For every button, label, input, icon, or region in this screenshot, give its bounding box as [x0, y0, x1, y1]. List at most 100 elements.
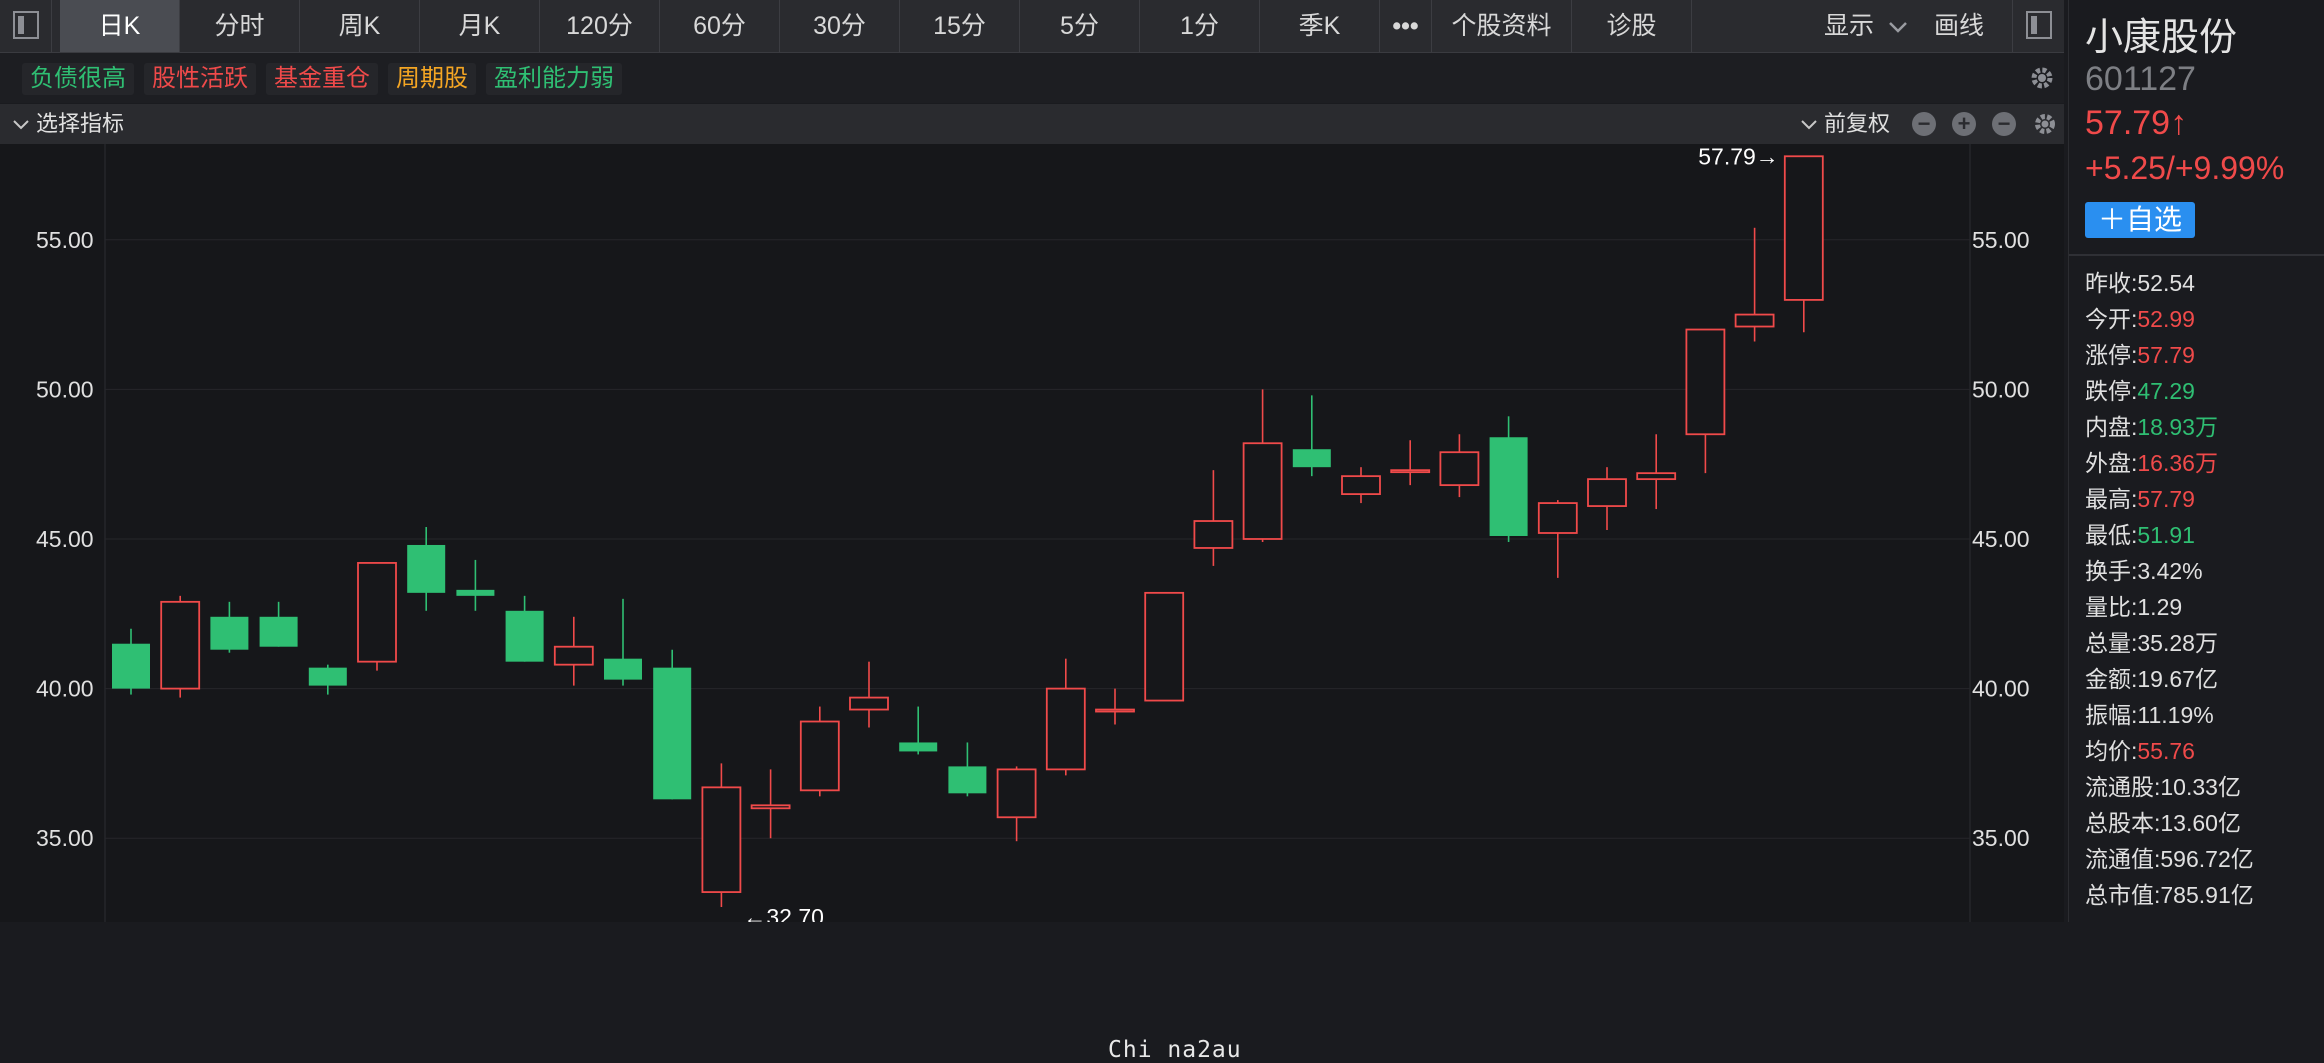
stat-label: 今开: [2085, 306, 2138, 332]
stock-profile-button[interactable]: 个股资料 [1432, 0, 1572, 52]
settings-icon[interactable] [2032, 111, 2058, 137]
tab-5min[interactable]: 5分 [1020, 0, 1140, 52]
stock-tags: 负债很高 股性活跃 基金重仓 周期股 盈利能力弱 [0, 53, 2064, 103]
settings-icon[interactable] [2028, 64, 2056, 92]
tag-active[interactable]: 股性活跃 [144, 63, 256, 95]
stat-row: 总股本:13.60亿 [2085, 804, 2241, 838]
y-tick-label-left: 55.00 [36, 227, 94, 253]
stat-value: 19.67亿 [2137, 666, 2218, 692]
candle-body [357, 562, 397, 663]
stat-row: 内盘:18.93万 [2085, 408, 2218, 442]
candle [653, 649, 692, 800]
quote-panel-toggle-button[interactable] [2012, 0, 2064, 52]
watermark: Chi na2au [1108, 1037, 1242, 1063]
stat-row: 总量:35.28万 [2085, 624, 2218, 658]
y-tick-label-right: 40.00 [1972, 676, 2030, 702]
tab-daily-k[interactable]: 日K [60, 0, 180, 52]
candle [1685, 328, 1726, 474]
candle-body [701, 786, 742, 893]
candle [407, 527, 446, 611]
tab-quarterly-k[interactable]: 季K [1260, 0, 1380, 52]
y-tick-label-left: 50.00 [36, 376, 94, 402]
period-toolbar: 日K 分时 周K 月K 120分 60分 30分 15分 5分 1分 季K ••… [0, 0, 2064, 53]
tag-fund-heavy[interactable]: 基金重仓 [266, 63, 378, 95]
tab-1min[interactable]: 1分 [1140, 0, 1260, 52]
candle-body [1390, 469, 1431, 474]
stat-label: 内盘: [2085, 414, 2138, 440]
adjust-mode-dropdown[interactable]: 前复权 [1824, 104, 1890, 144]
tab-60min[interactable]: 60分 [660, 0, 780, 52]
stat-value: 55.76 [2137, 738, 2195, 764]
stock-name: 小康股份 [2085, 17, 2238, 59]
diagnose-button[interactable]: 诊股 [1572, 0, 1692, 52]
quote-panel: 小康股份 601127 57.79↑ +5.25/+9.99% ＋自选 昨收:5… [2068, 0, 2324, 922]
stat-row: 今开:52.99 [2085, 300, 2195, 334]
collapse-icon[interactable]: − [1992, 112, 2016, 136]
candle [899, 706, 938, 755]
stat-label: 总市值: [2085, 882, 2161, 908]
candle-body [259, 616, 298, 647]
stat-value: 785.91亿 [2160, 882, 2254, 908]
stat-value: 11.19% [2137, 702, 2214, 728]
kline-chart[interactable]: 35.00 35.00 40.00 40.00 45.00 45.00 50.00 50.00… [0, 144, 2064, 1063]
candle-body [308, 667, 347, 686]
candle [1045, 658, 1086, 776]
display-menu[interactable]: 显示 [1824, 0, 1909, 52]
candle-body [899, 742, 938, 752]
stat-label: 均价: [2085, 738, 2138, 764]
draw-line-button[interactable]: 画线 [1934, 0, 1984, 52]
candle [948, 742, 987, 797]
stat-row: 流通值:596.72亿 [2085, 840, 2254, 874]
tab-weekly-k[interactable]: 周K [300, 0, 420, 52]
candle-body [1685, 328, 1726, 436]
y-tick-label-left: 40.00 [36, 676, 94, 702]
candle [996, 766, 1037, 842]
candle-body [1242, 442, 1283, 540]
more-periods-button[interactable]: ••• [1380, 0, 1432, 52]
stock-code: 601127 [2085, 60, 2196, 98]
indicator-bar: 选择指标 前复权 − + − [0, 104, 2064, 144]
candle-body [750, 804, 791, 810]
stat-value: 57.79 [2137, 342, 2195, 368]
y-tick-label-left: 35.00 [36, 825, 94, 851]
tab-15min[interactable]: 15分 [900, 0, 1020, 52]
stat-value: 3.42% [2137, 558, 2203, 584]
tab-timeshare[interactable]: 分时 [180, 0, 300, 52]
stat-label: 涨停: [2085, 342, 2138, 368]
candle-body [210, 616, 249, 650]
candle-body [996, 768, 1037, 819]
y-tick-label-right: 50.00 [1972, 376, 2030, 402]
candle [1783, 155, 1824, 333]
candle [357, 562, 397, 671]
stat-value: 10.33亿 [2160, 774, 2241, 800]
current-price: 57.79↑ [2085, 104, 2188, 142]
add-watchlist-button[interactable]: ＋自选 [2085, 202, 2195, 238]
tag-high-debt[interactable]: 负债很高 [22, 63, 134, 95]
candle-body [160, 600, 201, 690]
candle [308, 664, 347, 695]
stat-value: 1.29 [2137, 594, 2183, 620]
stat-label: 昨收: [2085, 270, 2138, 296]
tab-30min[interactable]: 30分 [780, 0, 900, 52]
sidebar-toggle-button[interactable] [0, 0, 52, 52]
stat-label: 流通股: [2085, 774, 2161, 800]
candle-body [456, 589, 495, 596]
display-label: 显示 [1824, 12, 1875, 40]
stat-label: 流通值: [2085, 846, 2161, 872]
tag-weak-profit[interactable]: 盈利能力弱 [486, 63, 622, 95]
tab-monthly-k[interactable]: 月K [420, 0, 540, 52]
stat-value: 18.93万 [2137, 414, 2218, 440]
y-tick-label-right: 45.00 [1972, 526, 2030, 552]
stat-row: 涨停:57.79 [2085, 336, 2195, 370]
zoom-in-icon[interactable]: + [1952, 112, 1976, 136]
stat-row: 振幅:11.19% [2085, 696, 2214, 730]
stat-row: 跌停:47.29 [2085, 372, 2195, 406]
zoom-out-icon[interactable]: − [1912, 112, 1936, 136]
candle-body [112, 643, 150, 689]
candle [1242, 389, 1283, 542]
candle [1193, 470, 1234, 566]
tab-120min[interactable]: 120分 [540, 0, 660, 52]
candle [799, 706, 840, 797]
tag-cyclical[interactable]: 周期股 [388, 63, 476, 95]
select-indicator-button[interactable]: 选择指标 [36, 104, 124, 144]
